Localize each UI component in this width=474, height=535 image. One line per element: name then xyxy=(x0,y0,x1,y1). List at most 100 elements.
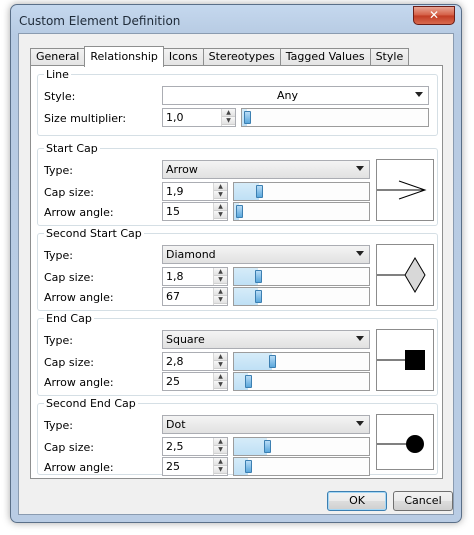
second-start-cap-angle-slider[interactable] xyxy=(233,287,370,306)
tab-style[interactable]: Style xyxy=(369,48,410,66)
second-start-cap-preview xyxy=(376,244,434,306)
chevron-down-icon xyxy=(356,336,364,341)
spin-up-icon[interactable]: ▲ xyxy=(214,458,227,466)
tab-tagged-values[interactable]: Tagged Values xyxy=(279,48,371,66)
cancel-button[interactable]: Cancel xyxy=(393,491,453,511)
tab-general[interactable]: General xyxy=(30,48,86,66)
slider-thumb[interactable] xyxy=(255,270,262,283)
end-cap-type-select[interactable]: Square xyxy=(162,330,370,349)
slider-thumb[interactable] xyxy=(269,355,276,368)
second-end-cap-size-spinner[interactable]: 2,5 ▲ ▼ xyxy=(162,437,228,456)
start-cap-size-spinner[interactable]: 1,9 ▲ ▼ xyxy=(162,182,228,201)
end-cap-type-label: Type: xyxy=(44,334,73,347)
spinner-arrows: ▲ ▼ xyxy=(213,288,227,305)
spin-down-icon[interactable]: ▼ xyxy=(222,117,235,125)
second-start-cap-angle-spinner[interactable]: 67 ▲ ▼ xyxy=(162,287,228,306)
spinner-arrows: ▲ ▼ xyxy=(213,373,227,390)
start-cap-size-value: 1,9 xyxy=(166,185,184,198)
line-style-select[interactable]: Any xyxy=(162,86,429,105)
second-end-cap-angle-label: Arrow angle: xyxy=(44,461,114,474)
chevron-down-icon xyxy=(356,166,364,171)
tab-relationship[interactable]: Relationship xyxy=(84,46,164,67)
second-end-cap-angle-slider[interactable] xyxy=(233,457,370,476)
start-cap-size-slider[interactable] xyxy=(233,182,370,201)
second-start-cap-group: Second Start Cap Type: Diamond Cap size:… xyxy=(37,227,438,311)
arrow-cap-icon xyxy=(377,180,427,200)
spin-down-icon[interactable]: ▼ xyxy=(214,381,227,389)
end-cap-size-spinner[interactable]: 2,8 ▲ ▼ xyxy=(162,352,228,371)
start-cap-group: Start Cap Type: Arrow Cap size: 1,9 ▲ ▼ xyxy=(37,142,438,226)
size-multiplier-spinner[interactable]: 1,0 ▲ ▼ xyxy=(162,108,236,127)
spin-up-icon[interactable]: ▲ xyxy=(214,288,227,296)
spinner-arrows: ▲ ▼ xyxy=(213,353,227,370)
end-cap-size-slider[interactable] xyxy=(233,352,370,371)
second-end-cap-type-select[interactable]: Dot xyxy=(162,415,370,434)
second-start-cap-type-select[interactable]: Diamond xyxy=(162,245,370,264)
tab-icons[interactable]: Icons xyxy=(162,48,204,66)
slider-thumb[interactable] xyxy=(244,111,251,124)
end-cap-preview xyxy=(376,329,434,391)
spinner-arrows: ▲ ▼ xyxy=(213,203,227,220)
second-end-cap-size-slider[interactable] xyxy=(233,437,370,456)
spin-down-icon[interactable]: ▼ xyxy=(214,361,227,369)
second-start-cap-angle-value: 67 xyxy=(166,290,180,303)
spin-up-icon[interactable]: ▲ xyxy=(214,183,227,191)
second-start-cap-title: Second Start Cap xyxy=(44,227,144,240)
dot-cap-icon xyxy=(377,435,424,453)
spinner-arrows: ▲ ▼ xyxy=(213,268,227,285)
line-group: Line Style: Any Size multiplier: 1,0 ▲ ▼ xyxy=(37,68,438,136)
spin-up-icon[interactable]: ▲ xyxy=(214,353,227,361)
slider-thumb[interactable] xyxy=(256,185,263,198)
size-multiplier-slider[interactable] xyxy=(241,108,429,127)
spin-down-icon[interactable]: ▼ xyxy=(214,276,227,284)
end-cap-angle-spinner[interactable]: 25 ▲ ▼ xyxy=(162,372,228,391)
spin-up-icon[interactable]: ▲ xyxy=(214,268,227,276)
second-end-cap-preview xyxy=(376,414,434,470)
second-end-cap-size-label: Cap size: xyxy=(44,441,94,454)
second-start-cap-size-spinner[interactable]: 1,8 ▲ ▼ xyxy=(162,267,228,286)
tab-strip: General Relationship Icons Stereotypes T… xyxy=(30,46,410,67)
spin-up-icon[interactable]: ▲ xyxy=(214,373,227,381)
spin-down-icon[interactable]: ▼ xyxy=(214,466,227,474)
size-multiplier-value: 1,0 xyxy=(166,111,184,124)
spin-down-icon[interactable]: ▼ xyxy=(214,191,227,199)
start-cap-angle-spinner[interactable]: 15 ▲ ▼ xyxy=(162,202,228,221)
end-cap-angle-slider[interactable] xyxy=(233,372,370,391)
dialog-client: General Relationship Icons Stereotypes T… xyxy=(18,33,454,515)
start-cap-type-value: Arrow xyxy=(166,163,198,176)
slider-thumb[interactable] xyxy=(264,440,271,453)
start-cap-type-select[interactable]: Arrow xyxy=(162,160,370,179)
spin-up-icon[interactable]: ▲ xyxy=(222,109,235,117)
second-start-cap-size-slider[interactable] xyxy=(233,267,370,286)
end-cap-size-value: 2,8 xyxy=(166,355,184,368)
start-cap-angle-label: Arrow angle: xyxy=(44,206,114,219)
start-cap-type-label: Type: xyxy=(44,164,73,177)
start-cap-angle-slider[interactable] xyxy=(233,202,370,221)
spinner-arrows: ▲ ▼ xyxy=(213,458,227,475)
second-start-cap-type-label: Type: xyxy=(44,249,73,262)
spinner-arrows: ▲ ▼ xyxy=(213,183,227,200)
tab-stereotypes[interactable]: Stereotypes xyxy=(202,48,281,66)
slider-thumb[interactable] xyxy=(236,205,243,218)
second-end-cap-type-value: Dot xyxy=(166,418,186,431)
start-cap-size-label: Cap size: xyxy=(44,186,94,199)
spinner-arrows: ▲ ▼ xyxy=(213,438,227,455)
end-cap-title: End Cap xyxy=(44,312,94,325)
slider-thumb[interactable] xyxy=(245,460,252,473)
second-end-cap-angle-spinner[interactable]: 25 ▲ ▼ xyxy=(162,457,228,476)
spin-down-icon[interactable]: ▼ xyxy=(214,211,227,219)
close-button[interactable]: ✕ xyxy=(413,6,455,25)
spin-up-icon[interactable]: ▲ xyxy=(214,203,227,211)
ok-button[interactable]: OK xyxy=(327,491,387,511)
second-end-cap-type-label: Type: xyxy=(44,419,73,432)
second-end-cap-group: Second End Cap Type: Dot Cap size: 2,5 ▲… xyxy=(37,397,438,476)
slider-thumb[interactable] xyxy=(255,290,262,303)
title-bar[interactable]: Custom Element Definition ✕ xyxy=(11,5,461,33)
line-group-title: Line xyxy=(44,68,71,81)
second-end-cap-angle-value: 25 xyxy=(166,460,180,473)
spin-down-icon[interactable]: ▼ xyxy=(214,296,227,304)
spin-up-icon[interactable]: ▲ xyxy=(214,438,227,446)
slider-thumb[interactable] xyxy=(245,375,252,388)
close-icon: ✕ xyxy=(428,8,440,22)
spin-down-icon[interactable]: ▼ xyxy=(214,446,227,454)
